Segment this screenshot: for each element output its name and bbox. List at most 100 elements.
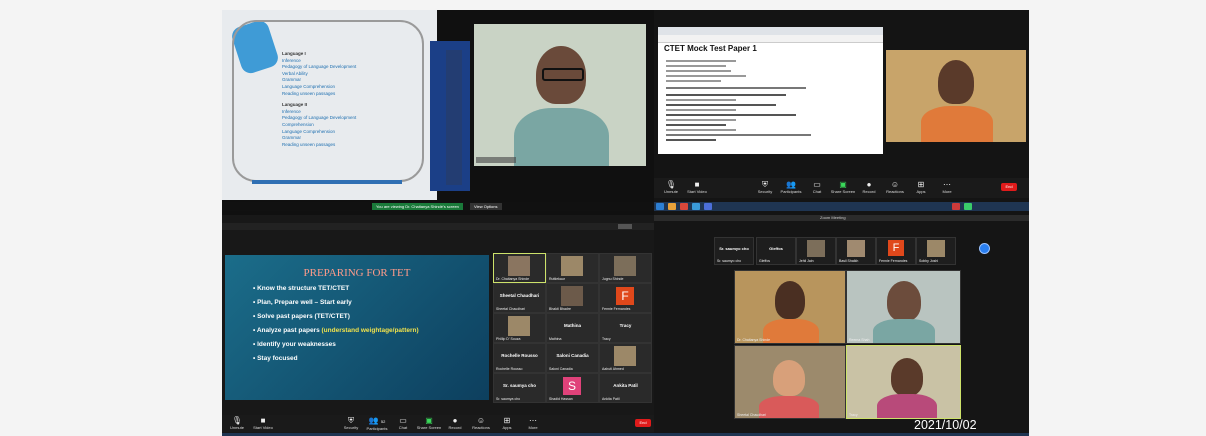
more-button[interactable]: ⋯ More bbox=[934, 180, 960, 194]
tile-name: Sheetal Chaudhari bbox=[737, 413, 766, 417]
more-label: More bbox=[942, 189, 952, 194]
video-button[interactable]: ■ Start Video bbox=[684, 180, 710, 194]
tile-name: Mathina bbox=[549, 337, 562, 341]
meeting-title: Zoom Meeting bbox=[820, 215, 846, 220]
presenter-video bbox=[474, 24, 646, 166]
participant-body bbox=[921, 106, 993, 142]
tile-name: Jugnu Shinde bbox=[602, 277, 624, 281]
participants-label: Participants bbox=[780, 189, 802, 194]
people-icon: 👥 52 bbox=[368, 416, 386, 425]
gallery-tile: Mathina Mathina bbox=[546, 313, 599, 343]
mic-icon: 🎙 bbox=[665, 180, 677, 189]
app-icon[interactable] bbox=[704, 203, 712, 210]
share-screen-button[interactable]: ▣ Share Screen bbox=[830, 180, 856, 194]
topic-item: Reading unseen passages bbox=[282, 90, 336, 96]
app-icon[interactable] bbox=[680, 203, 688, 210]
tile-display-name: Sheetal Chaudhari bbox=[499, 293, 540, 298]
taskbar-q2 bbox=[654, 202, 1029, 211]
video-button[interactable]: ■ Start Video bbox=[250, 416, 276, 430]
share-label: Share Screen bbox=[830, 189, 856, 194]
gallery-tile: Ankita Patil Ankita Patil bbox=[599, 373, 652, 403]
tet-bullet: • Know the structure TET/CTET bbox=[253, 285, 350, 292]
video-label: Start Video bbox=[253, 425, 273, 430]
date-stamp: 2021/10/02 bbox=[914, 418, 977, 432]
reactions-button[interactable]: ☺ Reactions bbox=[468, 416, 494, 430]
apps-icon: ⊞ bbox=[503, 416, 511, 425]
share-screen-button[interactable]: ▣ Share Screen bbox=[416, 416, 442, 430]
avatar-initial: S bbox=[563, 377, 581, 395]
tile-name: Gleffos bbox=[759, 259, 771, 263]
app-icon[interactable] bbox=[692, 203, 700, 210]
share-icon: ▣ bbox=[425, 416, 433, 425]
tile-display-name: Sr. saumyo cho bbox=[719, 246, 749, 251]
record-button[interactable]: ● Record bbox=[856, 180, 882, 194]
mute-button[interactable]: 🎙 Unmute bbox=[658, 180, 684, 194]
record-button[interactable]: ● Record bbox=[442, 416, 468, 430]
topic-item: Comprehension bbox=[282, 121, 314, 127]
tet-bullet: • Analyze past papers (understand weight… bbox=[253, 327, 419, 334]
reactions-button[interactable]: ☺ Reactions bbox=[882, 180, 908, 194]
quadrant-tet-share: PREPARING FOR TET • Know the structure T… bbox=[222, 215, 654, 436]
participant-video-large bbox=[886, 50, 1026, 142]
apps-label: Apps bbox=[916, 189, 926, 194]
chat-button[interactable]: ▭ Chat bbox=[390, 416, 416, 430]
bullet-text: Analyze past papers bbox=[256, 327, 322, 334]
bullet-text: Stay focused bbox=[257, 355, 298, 362]
bullet-text: Plan, Prepare well – Start early bbox=[257, 299, 352, 306]
apps-button[interactable]: ⊞ Apps bbox=[494, 416, 520, 430]
video-tile-active-speaker: Tracy bbox=[846, 345, 961, 419]
end-button[interactable]: End bbox=[1001, 183, 1017, 191]
view-options-button[interactable]: View Options bbox=[470, 203, 502, 210]
participant-body bbox=[873, 319, 935, 343]
smile-icon: ☺ bbox=[476, 416, 486, 425]
more-icon: ⋯ bbox=[529, 416, 537, 425]
slide-page: Language I Inference Pedagogy of Languag… bbox=[222, 10, 437, 200]
language-two-heading: Language II bbox=[282, 102, 308, 108]
security-button[interactable]: ⛨ Security bbox=[752, 180, 778, 194]
share-label: Share Screen bbox=[416, 425, 442, 430]
quadrant-slide-share: Language I Inference Pedagogy of Languag… bbox=[222, 10, 654, 215]
participants-button[interactable]: 👥 52 Participants bbox=[364, 416, 390, 431]
participant-photo bbox=[927, 240, 945, 257]
tet-slide-title: PREPARING FOR TET bbox=[303, 267, 411, 279]
app-icon[interactable] bbox=[668, 203, 676, 210]
topic-item: Reading unseen passages bbox=[282, 141, 336, 147]
avatar-initial: F bbox=[888, 240, 904, 256]
bullet-text: Solve past papers (TET/CTET) bbox=[257, 313, 350, 320]
tray-icon[interactable] bbox=[964, 203, 972, 210]
tile-name: Sr. saumyo cho bbox=[717, 259, 742, 263]
participant-head bbox=[891, 358, 923, 396]
gallery-tile: Jehil Jain bbox=[796, 237, 836, 265]
browser-address-bar[interactable] bbox=[658, 35, 883, 43]
next-page-icon[interactable] bbox=[979, 243, 990, 254]
start-icon[interactable] bbox=[656, 203, 664, 210]
tray-icon[interactable] bbox=[952, 203, 960, 210]
language-one-heading: Language I bbox=[282, 51, 306, 56]
tet-bullet: • Plan, Prepare well – Start early bbox=[253, 299, 352, 306]
gallery-tile: F Fennie Fernandes bbox=[599, 283, 652, 313]
topic-item: Inference bbox=[282, 57, 301, 63]
tile-name: Sheetal Chaudhari bbox=[496, 307, 525, 311]
apps-icon: ⊞ bbox=[917, 180, 925, 189]
chat-button[interactable]: ▭ Chat bbox=[804, 180, 830, 194]
tile-name: Sobby Joshi bbox=[919, 259, 939, 263]
screenshot-collage: Language I Inference Pedagogy of Languag… bbox=[222, 10, 1029, 436]
chat-label: Chat bbox=[812, 189, 822, 194]
topic-item: Pedagogy of Language Development bbox=[282, 115, 357, 121]
topic-item: Verbal Ability bbox=[282, 70, 308, 76]
gallery-tile: S Shadid Hassan bbox=[546, 373, 599, 403]
participant-photo bbox=[807, 240, 825, 257]
participants-button[interactable]: 👥 Participants bbox=[778, 180, 804, 194]
security-label: Security bbox=[757, 189, 773, 194]
more-button[interactable]: ⋯ More bbox=[520, 416, 546, 430]
tile-name: Bhakti Bhadre bbox=[549, 307, 571, 311]
end-button[interactable]: End bbox=[635, 419, 651, 427]
quadrant-mock-test: CTET Mock Test Paper 1 🎙 Unmute ■ Start … bbox=[654, 10, 1029, 215]
mute-button[interactable]: 🎙 Unmute bbox=[224, 416, 250, 430]
tet-bullet: • Identify your weaknesses bbox=[253, 341, 336, 348]
participant-head bbox=[773, 360, 805, 396]
security-button[interactable]: ⛨ Security bbox=[338, 416, 364, 430]
apps-button[interactable]: ⊞ Apps bbox=[908, 180, 934, 194]
view-toggle-button[interactable] bbox=[618, 224, 632, 229]
tile-name: Shadid Hassan bbox=[549, 397, 573, 401]
